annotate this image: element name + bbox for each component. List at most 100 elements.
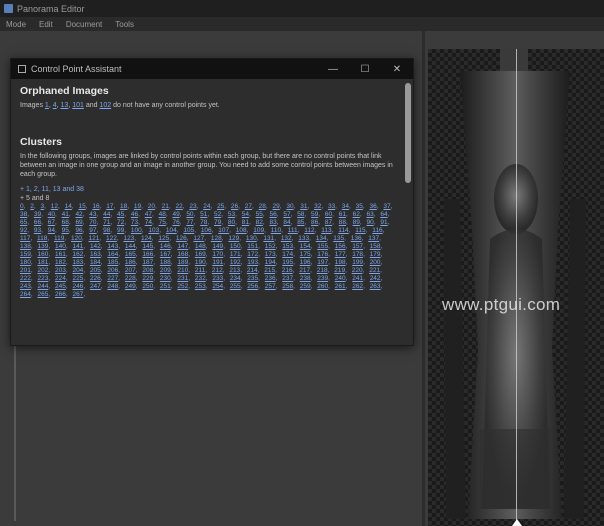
image-link[interactable]: 123 <box>123 235 134 242</box>
image-link[interactable]: 260 <box>317 283 328 290</box>
image-link[interactable]: 149 <box>212 243 223 250</box>
image-link[interactable]: 214 <box>247 267 258 274</box>
image-link[interactable]: 66 <box>34 219 41 226</box>
image-link[interactable]: 24 <box>203 203 210 210</box>
image-link[interactable]: 113 <box>321 227 331 234</box>
image-link[interactable]: 45 <box>117 211 124 218</box>
image-link[interactable]: 92 <box>20 227 27 234</box>
image-link[interactable]: 13 <box>61 102 69 109</box>
image-link[interactable]: 240 <box>335 275 346 282</box>
image-link[interactable]: 35 <box>356 203 363 210</box>
image-link[interactable]: 76 <box>172 219 179 226</box>
image-link[interactable]: 229 <box>142 275 153 282</box>
image-link[interactable]: 162 <box>72 251 83 258</box>
image-link[interactable]: 14 <box>65 203 72 210</box>
image-link[interactable]: 156 <box>335 243 346 250</box>
center-marker-icon[interactable] <box>512 519 522 526</box>
image-link[interactable]: 266 <box>55 291 66 298</box>
image-link[interactable]: 51 <box>200 211 207 218</box>
image-link[interactable]: 129 <box>228 235 239 242</box>
image-link[interactable]: 152 <box>265 243 276 250</box>
image-link[interactable]: 233 <box>212 275 223 282</box>
image-link[interactable]: 197 <box>317 259 328 266</box>
image-link[interactable]: 187 <box>142 259 153 266</box>
image-link[interactable]: 104 <box>166 227 177 234</box>
image-link[interactable]: 61 <box>339 211 346 218</box>
image-link[interactable]: 90 <box>366 219 373 226</box>
cluster-group-link[interactable]: + 5 and 8 <box>20 194 403 203</box>
image-link[interactable]: 50 <box>186 211 193 218</box>
image-link[interactable]: 143 <box>107 243 118 250</box>
image-link[interactable]: 253 <box>195 283 206 290</box>
image-link[interactable]: 249 <box>125 283 136 290</box>
image-link[interactable]: 20 <box>148 203 155 210</box>
image-link[interactable]: 117 <box>20 235 30 242</box>
image-link[interactable]: 210 <box>177 267 188 274</box>
image-link[interactable]: 75 <box>159 219 166 226</box>
image-link[interactable]: 189 <box>177 259 188 266</box>
image-link[interactable]: 242 <box>370 275 381 282</box>
image-link[interactable]: 106 <box>201 227 212 234</box>
panorama-preview[interactable]: www.ptgui.com <box>428 49 604 526</box>
image-link[interactable]: 158 <box>370 243 381 250</box>
image-link[interactable]: 262 <box>352 283 363 290</box>
image-link[interactable]: 230 <box>160 275 171 282</box>
image-link[interactable]: 165 <box>125 251 136 258</box>
image-link[interactable]: 42 <box>75 211 82 218</box>
image-link[interactable]: 84 <box>283 219 290 226</box>
image-link[interactable]: 71 <box>103 219 110 226</box>
image-link[interactable]: 227 <box>107 275 118 282</box>
image-link[interactable]: 59 <box>311 211 318 218</box>
image-link[interactable]: 155 <box>317 243 328 250</box>
image-link[interactable]: 12 <box>51 203 58 210</box>
image-link[interactable]: 201 <box>20 267 31 274</box>
image-link[interactable]: 176 <box>317 251 328 258</box>
image-link[interactable]: 153 <box>282 243 293 250</box>
image-link[interactable]: 91 <box>380 219 387 226</box>
image-link[interactable]: 145 <box>142 243 153 250</box>
image-link[interactable]: 63 <box>366 211 373 218</box>
image-link[interactable]: 157 <box>352 243 363 250</box>
image-link[interactable]: 255 <box>230 283 241 290</box>
image-link[interactable]: 180 <box>20 259 31 266</box>
image-link[interactable]: 69 <box>75 219 82 226</box>
image-link[interactable]: 228 <box>125 275 136 282</box>
image-link[interactable]: 23 <box>189 203 196 210</box>
image-link[interactable]: 116 <box>372 227 382 234</box>
image-link[interactable]: 141 <box>72 243 83 250</box>
image-link[interactable]: 171 <box>230 251 241 258</box>
image-link[interactable]: 225 <box>72 275 83 282</box>
pane-divider[interactable] <box>422 31 425 526</box>
image-link[interactable]: 2 <box>30 203 34 210</box>
image-link[interactable]: 205 <box>90 267 101 274</box>
image-link[interactable]: 52 <box>214 211 221 218</box>
image-link[interactable]: 39 <box>34 211 41 218</box>
image-link[interactable]: 181 <box>37 259 48 266</box>
image-link[interactable]: 1 <box>45 102 49 109</box>
image-link[interactable]: 27 <box>245 203 252 210</box>
image-link[interactable]: 34 <box>342 203 349 210</box>
image-link[interactable]: 119 <box>54 235 64 242</box>
image-link[interactable]: 17 <box>106 203 113 210</box>
image-link[interactable]: 44 <box>103 211 110 218</box>
image-link[interactable]: 118 <box>37 235 47 242</box>
image-link[interactable]: 182 <box>55 259 66 266</box>
image-link[interactable]: 47 <box>145 211 152 218</box>
image-link[interactable]: 218 <box>317 267 328 274</box>
menu-mode[interactable]: Mode <box>6 20 26 29</box>
image-link[interactable]: 0 <box>20 203 24 210</box>
image-link[interactable]: 81 <box>242 219 249 226</box>
image-link[interactable]: 15 <box>78 203 85 210</box>
image-link[interactable]: 142 <box>90 243 101 250</box>
image-link[interactable]: 207 <box>125 267 136 274</box>
image-link[interactable]: 87 <box>325 219 332 226</box>
image-link[interactable]: 16 <box>92 203 99 210</box>
image-link[interactable]: 173 <box>265 251 276 258</box>
image-link[interactable]: 109 <box>253 227 264 234</box>
image-link[interactable]: 185 <box>107 259 118 266</box>
image-link[interactable]: 48 <box>159 211 166 218</box>
image-link[interactable]: 265 <box>37 291 48 298</box>
image-link[interactable]: 261 <box>335 283 346 290</box>
image-link[interactable]: 220 <box>352 267 363 274</box>
image-link[interactable]: 98 <box>103 227 110 234</box>
